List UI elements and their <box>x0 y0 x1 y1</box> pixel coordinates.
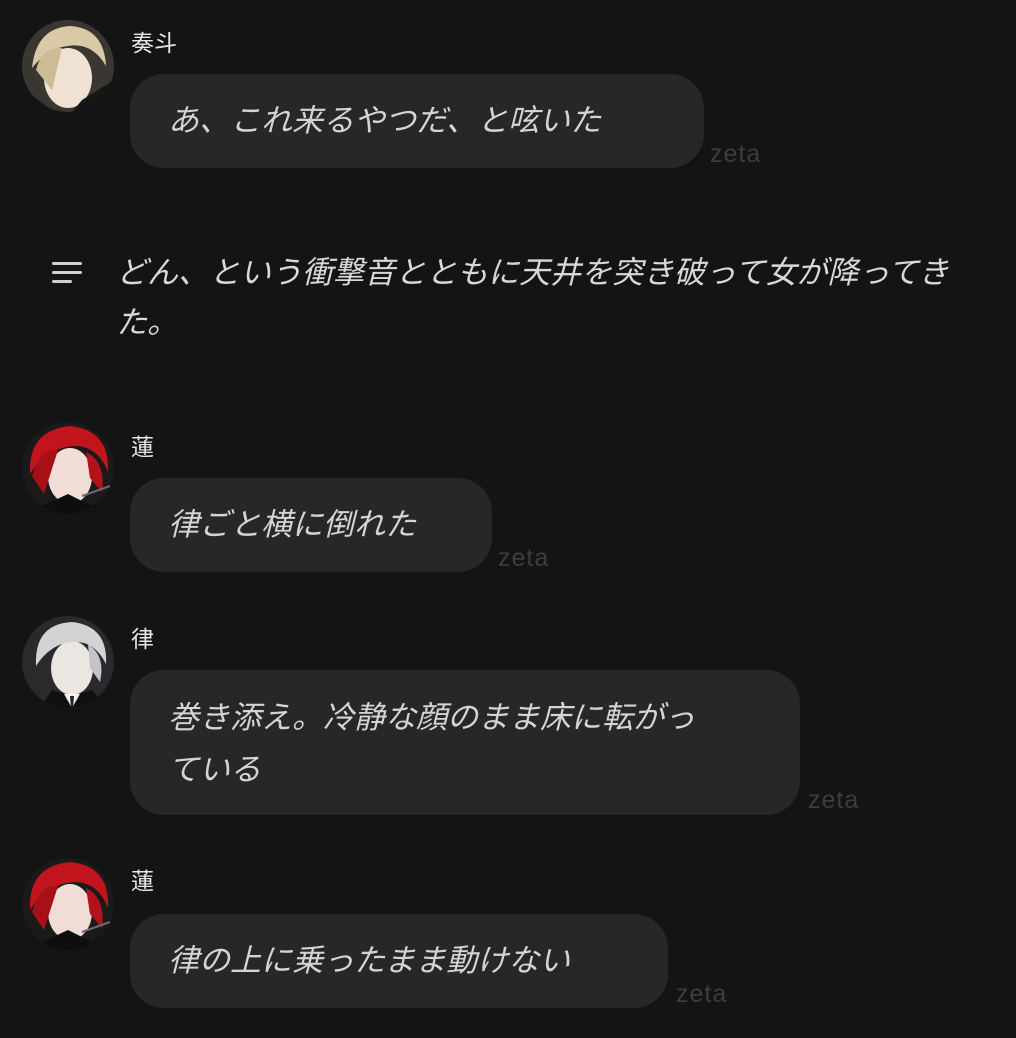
zeta-tag: zeta <box>808 786 860 814</box>
sender-name: 蓮 <box>131 435 154 461</box>
message-text: あ、これ来るやつだ、と呟いた <box>168 103 602 139</box>
avatar[interactable] <box>22 616 114 708</box>
sender-name: 蓮 <box>131 869 154 895</box>
zeta-tag: zeta <box>676 980 728 1008</box>
message-bubble: あ、これ来るやつだ、と呟いた <box>130 74 704 168</box>
message-bubble: 律ごと横に倒れた <box>130 478 492 572</box>
message-text: 巻き添え。冷静な顔のまま床に転がっ ている <box>168 700 695 788</box>
zeta-tag: zeta <box>498 544 550 572</box>
narration-text: どん、という衝撃音とともに天井を突き破って女が降ってきた。 <box>116 255 949 341</box>
zeta-tag: zeta <box>710 140 762 168</box>
message-text: 律の上に乗ったまま動けない <box>168 943 571 979</box>
sender-name: 奏斗 <box>131 31 177 57</box>
message-text: 律ごと横に倒れた <box>168 507 416 543</box>
avatar[interactable] <box>22 20 114 112</box>
message-bubble: 巻き添え。冷静な顔のまま床に転がっ ている <box>130 670 800 815</box>
avatar[interactable] <box>22 858 114 950</box>
sender-name: 律 <box>131 627 154 653</box>
text-lines-icon <box>52 260 84 290</box>
avatar[interactable] <box>22 422 114 514</box>
message-bubble: 律の上に乗ったまま動けない <box>130 914 668 1008</box>
